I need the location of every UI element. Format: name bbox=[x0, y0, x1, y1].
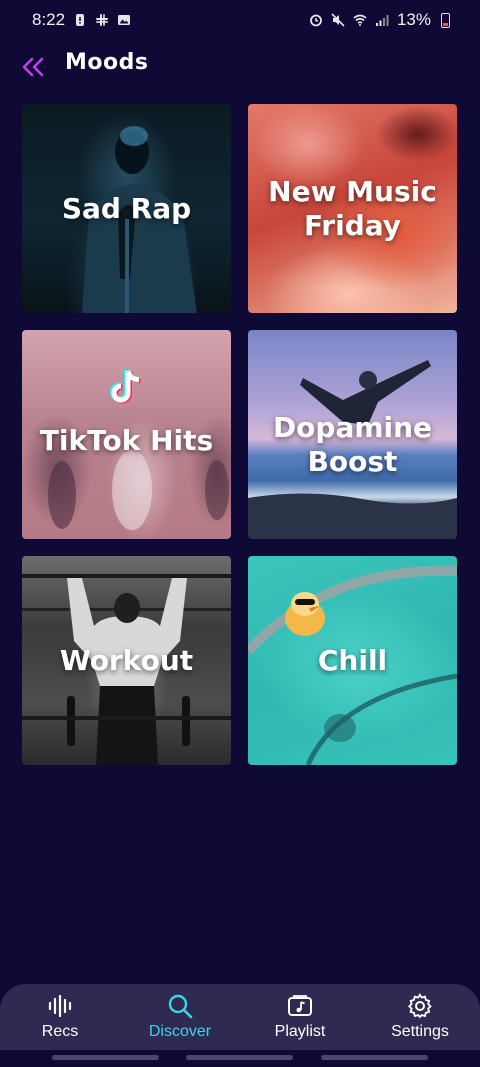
page-title: Moods bbox=[65, 50, 149, 75]
mood-label: Sad Rap bbox=[61, 191, 192, 225]
nav-playlist-label: Playlist bbox=[274, 1023, 326, 1040]
mood-label: Workout bbox=[59, 643, 194, 677]
mood-card-workout[interactable]: Workout bbox=[22, 556, 231, 765]
mood-card-dopamine-boost[interactable]: Dopamine Boost bbox=[248, 330, 457, 539]
waveform-icon bbox=[48, 994, 72, 1018]
mute-icon bbox=[331, 13, 345, 27]
gesture-bar-center bbox=[186, 1055, 293, 1060]
battery-icon bbox=[441, 12, 450, 28]
mood-card-sad-rap[interactable]: Sad Rap bbox=[22, 104, 231, 313]
nav-recs[interactable]: Recs bbox=[0, 984, 120, 1050]
alarm-icon bbox=[310, 14, 322, 27]
mood-label: New Music Friday bbox=[268, 175, 437, 242]
nav-recs-label: Recs bbox=[41, 1023, 79, 1040]
double-chevron-left-icon bbox=[22, 57, 44, 77]
mood-card-new-music-friday[interactable]: New Music Friday bbox=[248, 104, 457, 313]
mood-card-tiktok-hits[interactable]: TikTok Hits bbox=[22, 330, 231, 539]
bottom-nav: Recs Discover Playlist Settings bbox=[0, 984, 480, 1050]
nav-settings[interactable]: Settings bbox=[360, 984, 480, 1050]
gesture-bar-left bbox=[52, 1055, 159, 1060]
nav-discover-label: Discover bbox=[148, 1023, 212, 1040]
mood-card-chill[interactable]: Chill bbox=[248, 556, 457, 765]
back-button[interactable] bbox=[18, 52, 48, 82]
search-icon bbox=[168, 994, 193, 1019]
slack-icon bbox=[96, 14, 109, 26]
nav-discover[interactable]: Discover bbox=[120, 984, 240, 1050]
mood-label: TikTok Hits bbox=[39, 423, 214, 457]
battery-percent: 13% bbox=[396, 10, 431, 29]
status-right: 13% bbox=[309, 10, 450, 30]
status-left: 8:22 bbox=[32, 10, 131, 30]
gear-icon bbox=[407, 993, 432, 1019]
header: Moods bbox=[0, 44, 480, 88]
nav-playlist[interactable]: Playlist bbox=[240, 984, 360, 1050]
notification-icon bbox=[76, 14, 85, 26]
wifi-icon bbox=[353, 14, 367, 26]
playlist-icon bbox=[288, 995, 312, 1016]
mood-label: Chill bbox=[317, 643, 388, 677]
signal-icon bbox=[375, 15, 389, 26]
moods-grid: Sad Rap New Music Friday TikTok Hits Dop… bbox=[22, 104, 458, 765]
gallery-icon bbox=[118, 15, 131, 25]
mood-label: Dopamine Boost bbox=[272, 411, 433, 478]
status-time: 8:22 bbox=[32, 10, 66, 29]
tiktok-icon bbox=[110, 369, 141, 404]
gesture-bar-right bbox=[321, 1055, 428, 1060]
status-bar: 8:22 13% bbox=[0, 0, 480, 40]
nav-settings-label: Settings bbox=[391, 1023, 449, 1040]
